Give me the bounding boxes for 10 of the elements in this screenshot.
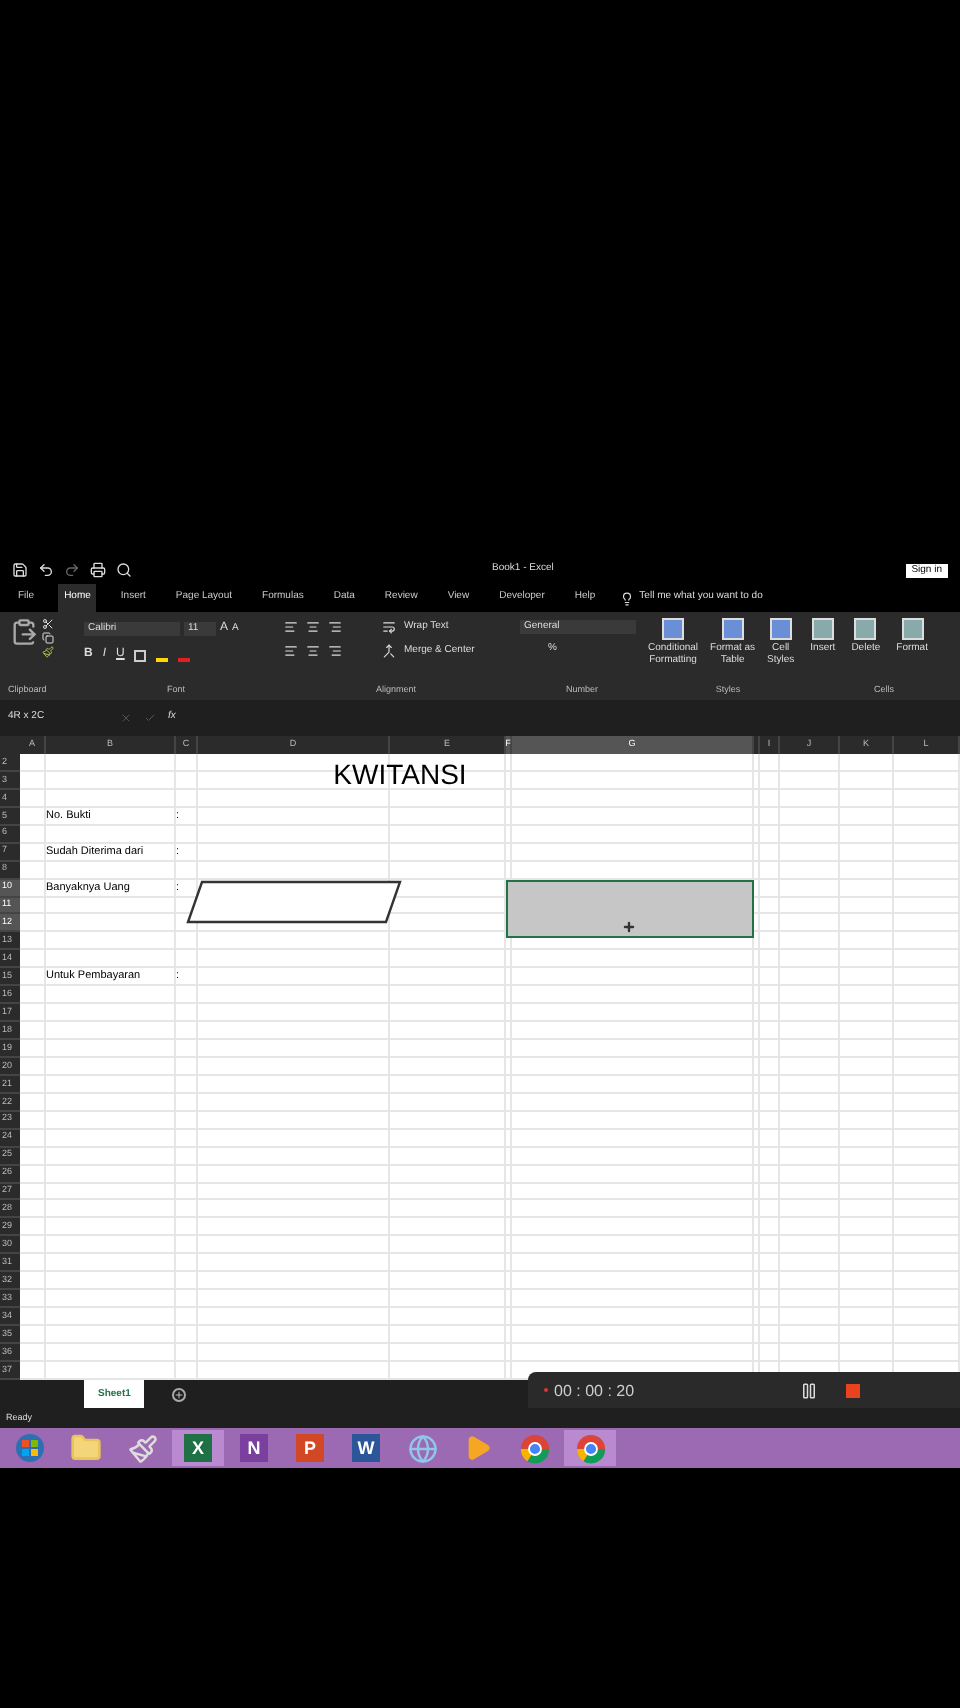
sheet-title: KWITANSI: [331, 756, 469, 794]
app-icon[interactable]: W: [352, 1434, 380, 1463]
taskbar-button[interactable]: P: [284, 1430, 336, 1467]
taskbar-button[interactable]: W: [340, 1430, 392, 1467]
taskbar-button[interactable]: N: [228, 1430, 280, 1467]
recording-time: 00 : 00 : 20: [554, 1380, 635, 1405]
taskbar-button[interactable]: X: [172, 1430, 224, 1467]
app-icon[interactable]: P: [296, 1434, 324, 1463]
app-icon[interactable]: X: [184, 1434, 212, 1463]
app-icon[interactable]: N: [240, 1434, 268, 1463]
